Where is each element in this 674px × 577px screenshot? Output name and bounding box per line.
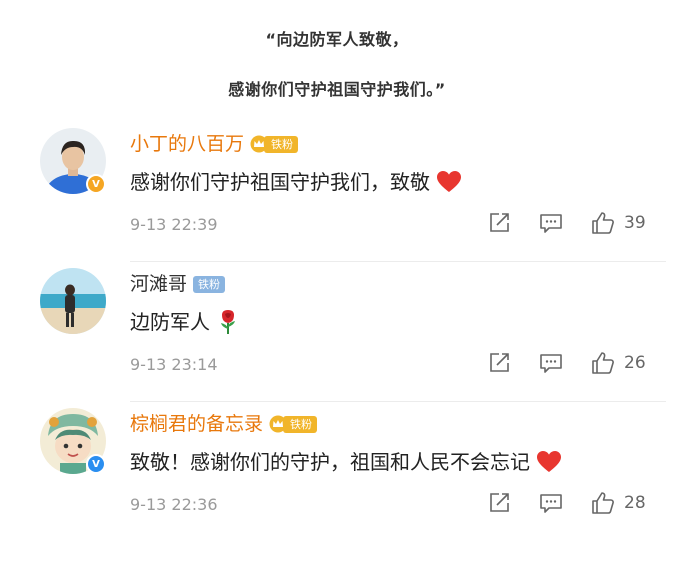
verified-badge-icon: V — [86, 454, 106, 474]
share-icon[interactable] — [486, 350, 512, 376]
fan-badge-label: 铁粉 — [264, 135, 299, 153]
comment-text-row: 感谢你们守护祖国守护我们，致敬 — [130, 166, 462, 198]
comment-actions: 26 — [486, 350, 646, 376]
like-count: 28 — [624, 493, 646, 513]
fan-badge-label: 铁粉 — [193, 275, 226, 293]
comment-icon[interactable] — [538, 210, 564, 236]
like-count: 39 — [624, 213, 646, 233]
comment-item: V 小丁的八百万 铁粉 感谢你们守护祖国守护我们，致敬 9-13 22:39 3… — [0, 122, 674, 262]
comment-item: V 棕榈君的备忘录 铁粉 致敬！感谢你们的守护，祖国和人民不会忘记 9-13 2… — [0, 402, 674, 542]
fan-badge-label: 铁粉 — [283, 415, 318, 433]
username[interactable]: 棕榈君的备忘录 — [130, 410, 263, 438]
comment-text: 边防军人 — [130, 310, 210, 334]
like-count: 26 — [624, 353, 646, 373]
username[interactable]: 河滩哥 — [130, 270, 187, 298]
fan-level-badge: 铁粉 — [250, 134, 299, 154]
comment-item: 河滩哥 铁粉 边防军人 9-13 23:14 26 — [0, 262, 674, 402]
comment-time: 9-13 23:14 — [130, 355, 218, 374]
comment-text-row: 致敬！感谢你们的守护，祖国和人民不会忘记 — [130, 446, 562, 478]
comment-text: 致敬！感谢你们的守护，祖国和人民不会忘记 — [130, 450, 530, 474]
crown-icon — [250, 135, 268, 153]
comment-actions: 39 — [486, 210, 646, 236]
comment-icon[interactable] — [538, 350, 564, 376]
comment-time: 9-13 22:39 — [130, 215, 218, 234]
fan-level-badge: 铁粉 — [193, 274, 226, 294]
share-icon[interactable] — [486, 210, 512, 236]
share-icon[interactable] — [486, 490, 512, 516]
username[interactable]: 小丁的八百万 — [130, 130, 244, 158]
heart-icon — [437, 171, 461, 192]
rose-icon — [221, 310, 235, 334]
comment-icon[interactable] — [538, 490, 564, 516]
heart-icon — [537, 451, 561, 472]
quote-line-1: “向边防军人致敬， — [265, 30, 409, 49]
thumbs-up-icon[interactable] — [590, 490, 616, 516]
quote-line-2: 感谢你们守护祖国守护我们。” — [228, 80, 446, 99]
verified-badge-icon: V — [86, 174, 106, 194]
comment-text: 感谢你们守护祖国守护我们，致敬 — [130, 170, 430, 194]
comment-time: 9-13 22:36 — [130, 495, 218, 514]
crown-icon — [269, 415, 287, 433]
avatar[interactable] — [40, 268, 106, 334]
thumbs-up-icon[interactable] — [590, 210, 616, 236]
thumbs-up-icon[interactable] — [590, 350, 616, 376]
comment-actions: 28 — [486, 490, 646, 516]
comment-text-row: 边防军人 — [130, 306, 240, 338]
fan-level-badge: 铁粉 — [269, 414, 318, 434]
